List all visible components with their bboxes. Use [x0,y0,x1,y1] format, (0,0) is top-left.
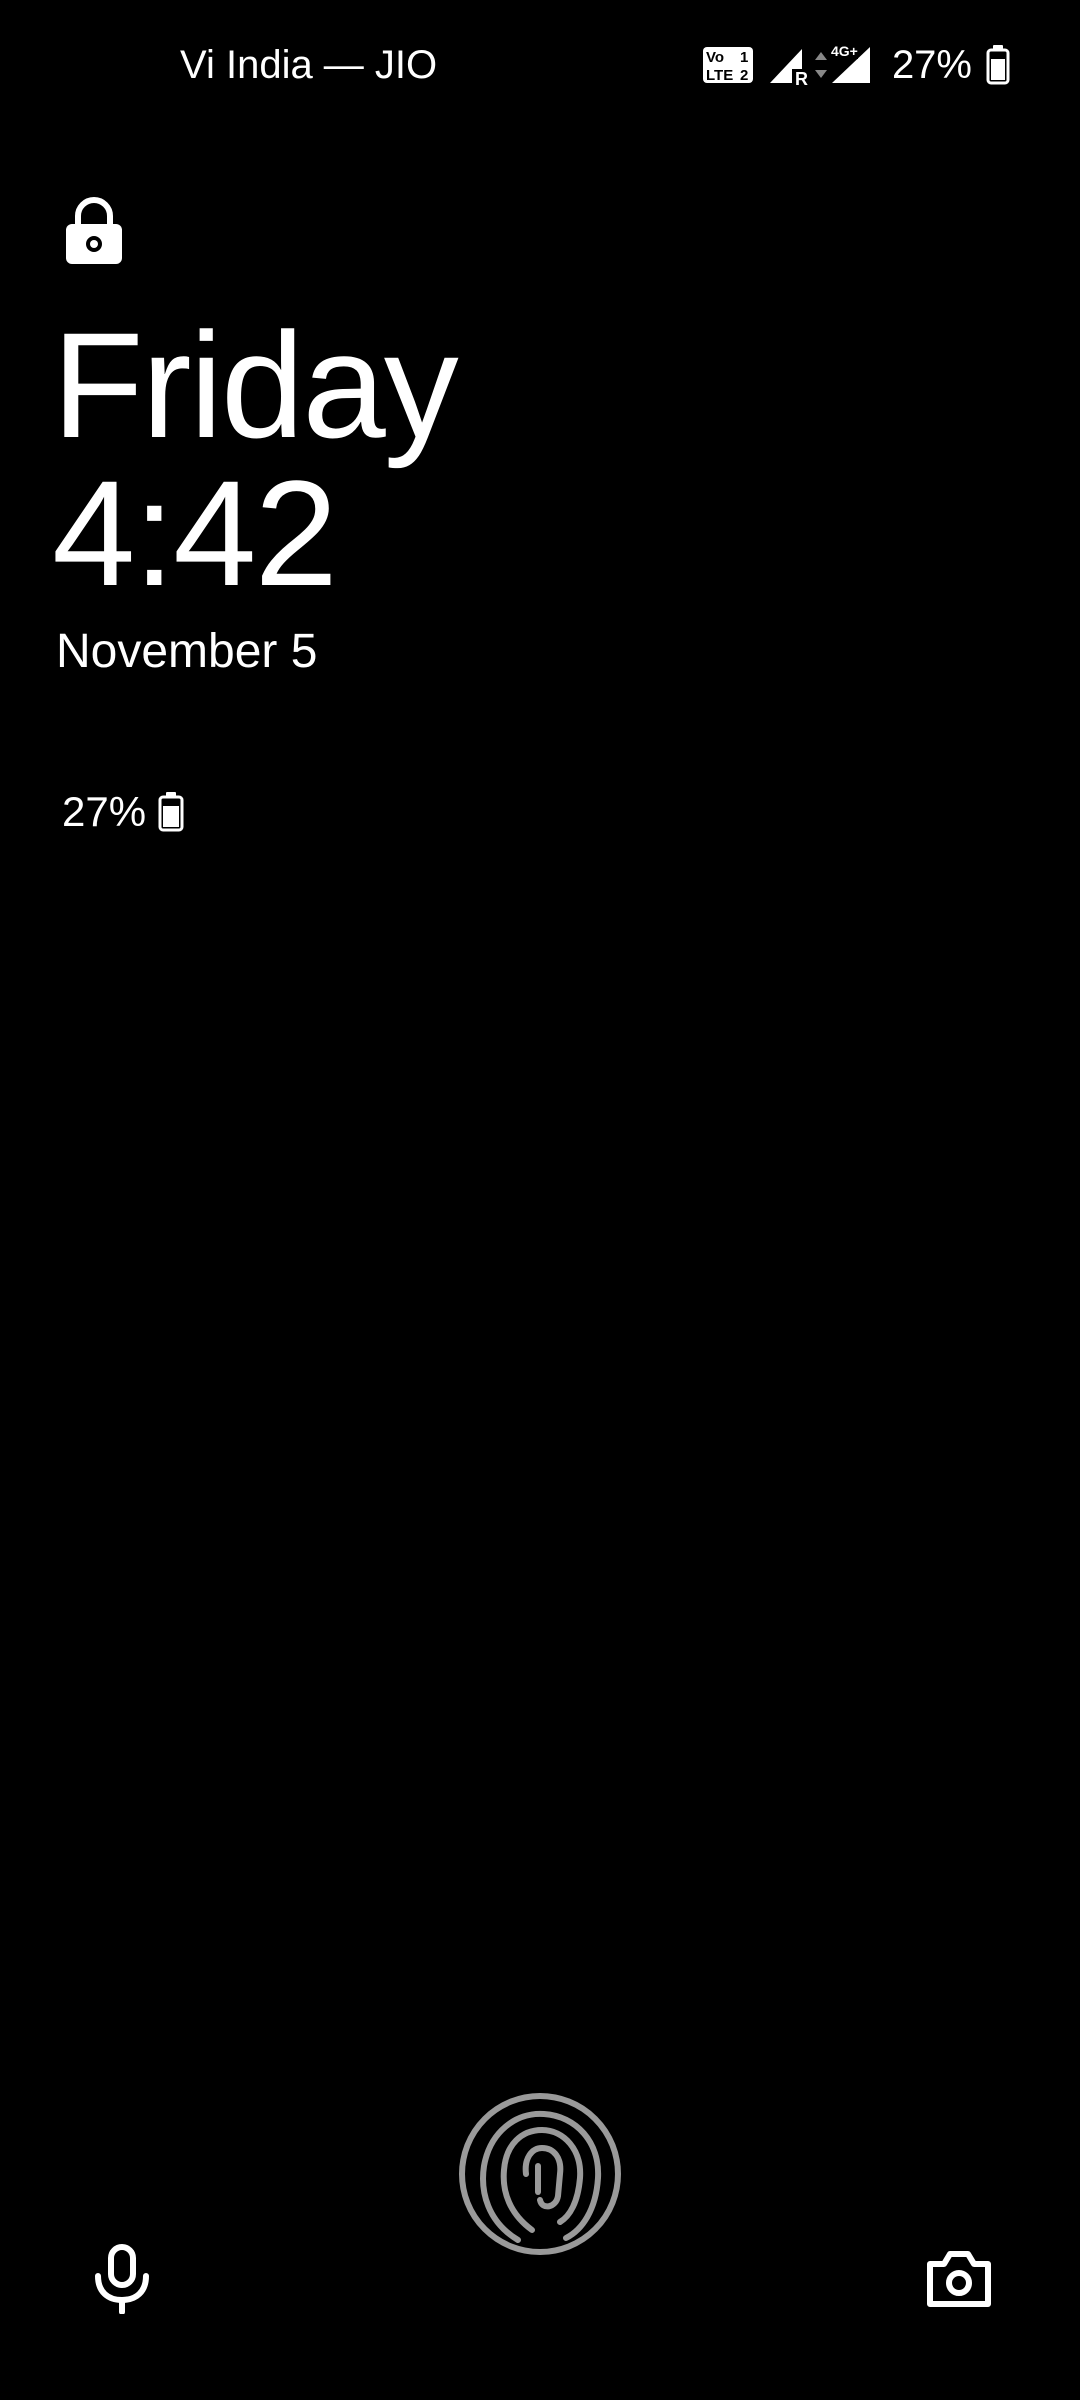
camera-icon[interactable] [926,2248,992,2313]
fingerprint-icon[interactable] [458,2092,622,2261]
signal-sim2-4g-icon: 4G+ [829,43,870,83]
volte-icon: Vo 1 LTE 2 [702,47,753,84]
svg-text:LTE: LTE [706,67,733,84]
data-activity-icon [814,52,827,78]
status-icons: Vo 1 LTE 2 R 4G+ 27% [702,38,1010,92]
battery-icon [986,45,1010,85]
svg-text:4G+: 4G+ [831,43,858,59]
signal-sim1-roaming-icon: R [769,49,812,87]
svg-text:1: 1 [740,49,748,66]
lockscreen-battery-percent: 27% [62,788,147,835]
svg-text:2: 2 [740,67,748,84]
lockscreen-battery-icon [158,792,184,832]
svg-text:R: R [795,69,808,87]
carrier-label: Vi India — JIO [180,43,438,87]
status-battery-percent: 27% [891,43,972,87]
date-label: November 5 [56,625,318,678]
lockscreen-battery: 27% [62,786,184,838]
lock-icon [64,196,124,271]
day-label: Friday [52,301,459,469]
microphone-icon[interactable] [92,2244,152,2319]
svg-text:Vo: Vo [706,49,724,66]
clock-time: 4:42 [52,449,338,617]
